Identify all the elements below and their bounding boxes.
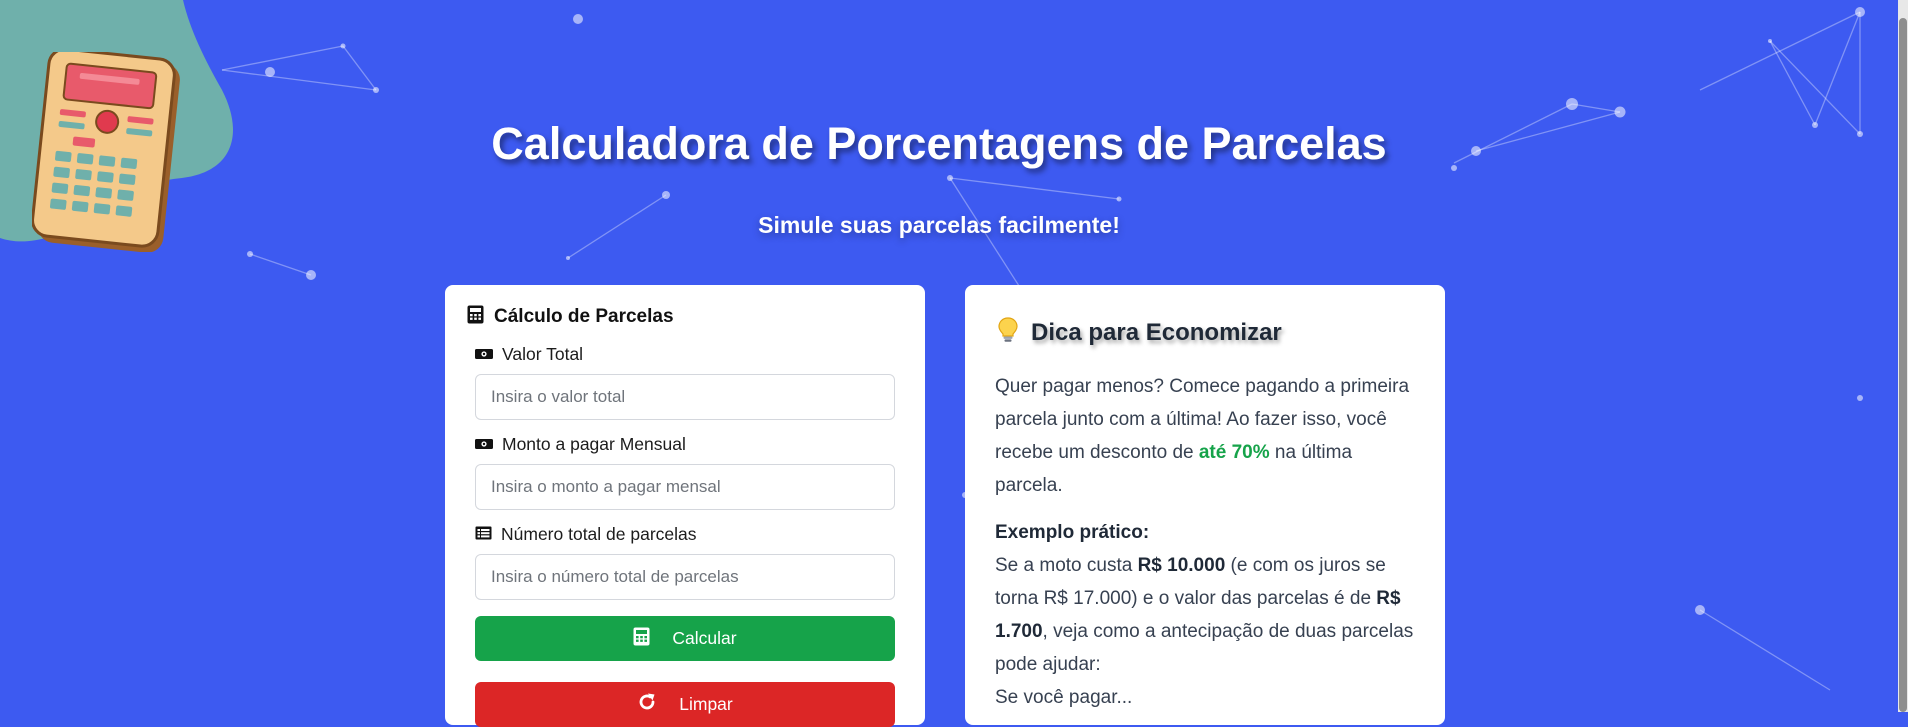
monthly-amount-label-text: Monto a pagar Mensual — [502, 433, 686, 454]
redo-icon — [637, 692, 657, 717]
calculate-button-label: Calcular — [672, 628, 737, 648]
calculator-card-title: Cálculo de Parcelas — [494, 306, 674, 327]
discount-highlight: até 70% — [1198, 442, 1270, 463]
tip-continuation: Se você pagar... — [995, 687, 1133, 708]
installments-input[interactable] — [475, 554, 895, 600]
installments-field: Número total de parcelas — [475, 523, 895, 600]
total-value-label: Valor Total — [475, 343, 895, 365]
page-subtitle: Simule suas parcelas facilmente! — [758, 212, 1120, 238]
installments-label-text: Número total de parcelas — [501, 523, 697, 544]
background-network — [221, 7, 1865, 691]
calculator-card: Cálculo de Parcelas Valor Total Monto a … — [445, 285, 925, 727]
calculate-button[interactable]: Calcular — [475, 616, 895, 661]
lightbulb-icon — [997, 317, 1019, 348]
example-paragraph: Exemplo prático: Se a moto custa R$ 10.00… — [995, 522, 1414, 675]
list-icon — [475, 524, 492, 545]
tip-body: Quer pagar menos? Comece pagando a prime… — [995, 370, 1415, 714]
money-bill-icon — [475, 344, 493, 365]
calculator-icon — [467, 305, 484, 329]
example-heading: Exemplo prático: — [995, 522, 1150, 543]
calculator-card-header: Cálculo de Parcelas — [467, 305, 674, 329]
clear-button[interactable]: Limpar — [475, 682, 895, 727]
calculator-icon — [633, 627, 650, 651]
tip-card-header: Dica para Economizar — [997, 317, 1282, 348]
monthly-amount-input[interactable] — [475, 464, 895, 510]
total-value-input[interactable] — [475, 374, 895, 420]
page-title: Calculadora de Porcentagens de Parcelas — [491, 118, 1387, 169]
scrollbar-thumb[interactable] — [1899, 18, 1907, 712]
tip-paragraph: Quer pagar menos? Comece pagando a prime… — [995, 376, 1410, 496]
tip-card: Dica para Economizar Quer pagar menos? C… — [965, 285, 1445, 725]
tip-card-title: Dica para Economizar — [1031, 318, 1282, 346]
installments-label: Número total de parcelas — [475, 523, 895, 545]
total-value-field: Valor Total — [475, 343, 895, 420]
money-bill-icon — [475, 434, 493, 455]
total-value-label-text: Valor Total — [502, 343, 584, 364]
monthly-amount-field: Monto a pagar Mensual — [475, 433, 895, 510]
monthly-amount-label: Monto a pagar Mensual — [475, 433, 895, 455]
